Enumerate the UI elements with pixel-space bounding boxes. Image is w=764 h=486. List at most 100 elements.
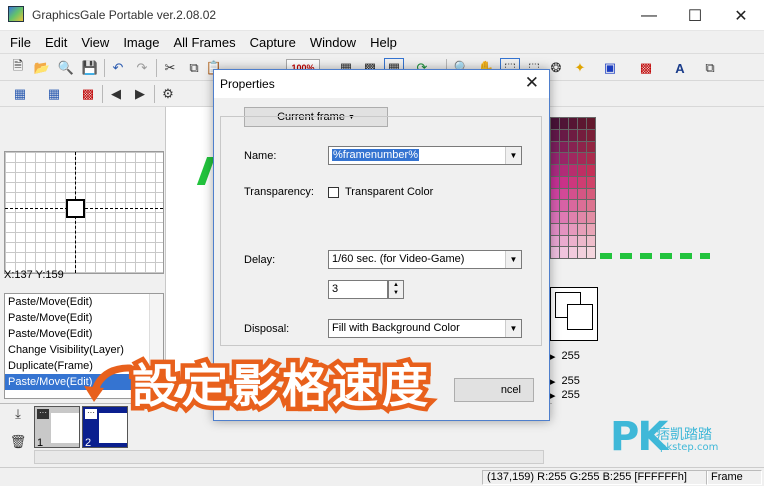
palette-swatch[interactable] [578, 247, 586, 258]
palette-swatch[interactable] [551, 129, 559, 141]
palette-swatch[interactable] [560, 247, 568, 258]
cut-icon[interactable]: ✂ [160, 58, 180, 78]
palette-swatch[interactable] [551, 188, 559, 200]
palette-swatch[interactable] [551, 176, 559, 188]
palette-swatch[interactable] [578, 212, 586, 223]
palette-swatch[interactable] [560, 129, 568, 141]
palette-swatch[interactable] [578, 153, 586, 164]
palette-swatch[interactable] [560, 235, 568, 247]
palette-swatch[interactable] [551, 223, 559, 235]
new-file-icon[interactable]: 🗎 [8, 58, 28, 78]
palette-swatch[interactable] [569, 118, 577, 129]
name-combo[interactable]: %framenumber% ▼ [328, 146, 522, 165]
menu-file[interactable]: File [8, 35, 33, 50]
palette-swatch[interactable] [569, 165, 577, 176]
palette-swatch[interactable] [587, 223, 595, 235]
palette-swatch[interactable] [560, 223, 568, 235]
palette-swatch[interactable] [551, 200, 559, 211]
palette-swatch[interactable] [587, 200, 595, 211]
text-tool-icon[interactable]: A [670, 58, 690, 78]
cancel-button[interactable]: ncel [454, 378, 534, 402]
frames-scrollbar[interactable] [34, 450, 544, 464]
download-icon[interactable]: ⤓ [8, 404, 28, 424]
frame-thumbnail[interactable]: ··· 1 [34, 406, 80, 449]
previous-frame-icon[interactable]: ◀ [106, 84, 126, 104]
palette-swatch[interactable] [578, 223, 586, 235]
eraser-icon[interactable]: ▩ [636, 58, 656, 78]
redo-icon[interactable]: ↷ [132, 58, 152, 78]
palette-swatch[interactable] [569, 141, 577, 153]
palette-swatch[interactable] [569, 200, 577, 211]
menu-edit[interactable]: Edit [43, 35, 69, 50]
history-item[interactable]: Paste/Move(Edit) [5, 294, 163, 310]
palette-swatch[interactable] [569, 247, 577, 258]
palette-swatch[interactable] [551, 141, 559, 153]
palette-swatch[interactable] [587, 141, 595, 153]
palette-swatch[interactable] [569, 212, 577, 223]
palette-swatch[interactable] [560, 200, 568, 211]
add-frame-icon[interactable]: ▦ [10, 84, 30, 104]
frame-thumbnail-selected[interactable]: ··· 2 [82, 406, 128, 449]
menu-view[interactable]: View [79, 35, 111, 50]
palette-swatch[interactable] [587, 176, 595, 188]
delay-count-spinner[interactable]: 3 [328, 280, 388, 299]
dropdown-arrow-icon[interactable]: ▼ [505, 147, 521, 164]
palette-swatch[interactable] [551, 153, 559, 164]
transparent-color-checkbox[interactable] [328, 187, 339, 198]
undo-icon[interactable]: ↶ [108, 58, 128, 78]
history-item[interactable]: Paste/Move(Edit) [5, 326, 163, 342]
trash-icon[interactable]: 🗑 [8, 432, 28, 452]
palette-swatch[interactable] [560, 141, 568, 153]
open-folder-icon[interactable]: 📂 [32, 58, 52, 78]
palette-swatch[interactable] [578, 129, 586, 141]
spinner-up-icon[interactable]: ▲ [389, 281, 403, 289]
palette-swatch[interactable] [578, 141, 586, 153]
delete-frame-icon[interactable]: ▩ [78, 84, 98, 104]
frame-properties-icon[interactable]: ⚙ [158, 84, 178, 104]
maximize-button[interactable]: ☐ [672, 0, 718, 31]
palette-swatch[interactable] [578, 200, 586, 211]
menu-image[interactable]: Image [121, 35, 161, 50]
history-item[interactable]: Paste/Move(Edit) [5, 310, 163, 326]
menu-all-frames[interactable]: All Frames [171, 35, 237, 50]
spinner-buttons[interactable]: ▲ ▼ [388, 280, 404, 299]
palette-swatch[interactable] [578, 235, 586, 247]
palette-swatch[interactable] [569, 235, 577, 247]
palette-swatch[interactable] [560, 153, 568, 164]
next-frame-icon[interactable]: ▶ [130, 84, 150, 104]
palette-swatch[interactable] [551, 247, 559, 258]
palette-swatch[interactable] [560, 188, 568, 200]
palette-swatch[interactable] [560, 212, 568, 223]
palette-swatch[interactable] [578, 188, 586, 200]
disposal-combo[interactable]: Fill with Background Color ▼ [328, 319, 522, 338]
palette-swatch[interactable] [551, 212, 559, 223]
palette-swatch[interactable] [587, 118, 595, 129]
blue-value[interactable]: 255 [562, 389, 580, 401]
palette-swatch[interactable] [587, 212, 595, 223]
dropdown-arrow-icon[interactable]: ▼ [505, 320, 521, 337]
save-icon[interactable]: 💾 [80, 58, 100, 78]
palette-swatch[interactable] [569, 223, 577, 235]
palette-swatch[interactable] [569, 188, 577, 200]
palette-swatch[interactable] [551, 165, 559, 176]
palette-swatch[interactable] [587, 129, 595, 141]
palette-swatch[interactable] [560, 118, 568, 129]
red-value[interactable]: 255 [562, 350, 580, 362]
palette-swatch[interactable] [569, 176, 577, 188]
menu-window[interactable]: Window [308, 35, 358, 50]
palette-swatch[interactable] [560, 165, 568, 176]
magic-wand-icon[interactable]: ✦ [570, 58, 590, 78]
menu-capture[interactable]: Capture [248, 35, 298, 50]
palette-swatch[interactable] [587, 165, 595, 176]
palette-swatch[interactable] [587, 235, 595, 247]
color-palette[interactable] [550, 117, 596, 259]
palette-swatch[interactable] [587, 153, 595, 164]
magnifier-icon[interactable]: 🔍 [56, 58, 76, 78]
menu-help[interactable]: Help [368, 35, 399, 50]
dropdown-arrow-icon[interactable]: ▼ [505, 251, 521, 268]
delay-combo[interactable]: 1/60 sec. (for Video-Game) ▼ [328, 250, 522, 269]
dialog-close-icon[interactable]: ✕ [525, 73, 539, 93]
palette-swatch[interactable] [587, 247, 595, 258]
current-color-box[interactable] [550, 287, 598, 341]
palette-swatch[interactable] [578, 176, 586, 188]
